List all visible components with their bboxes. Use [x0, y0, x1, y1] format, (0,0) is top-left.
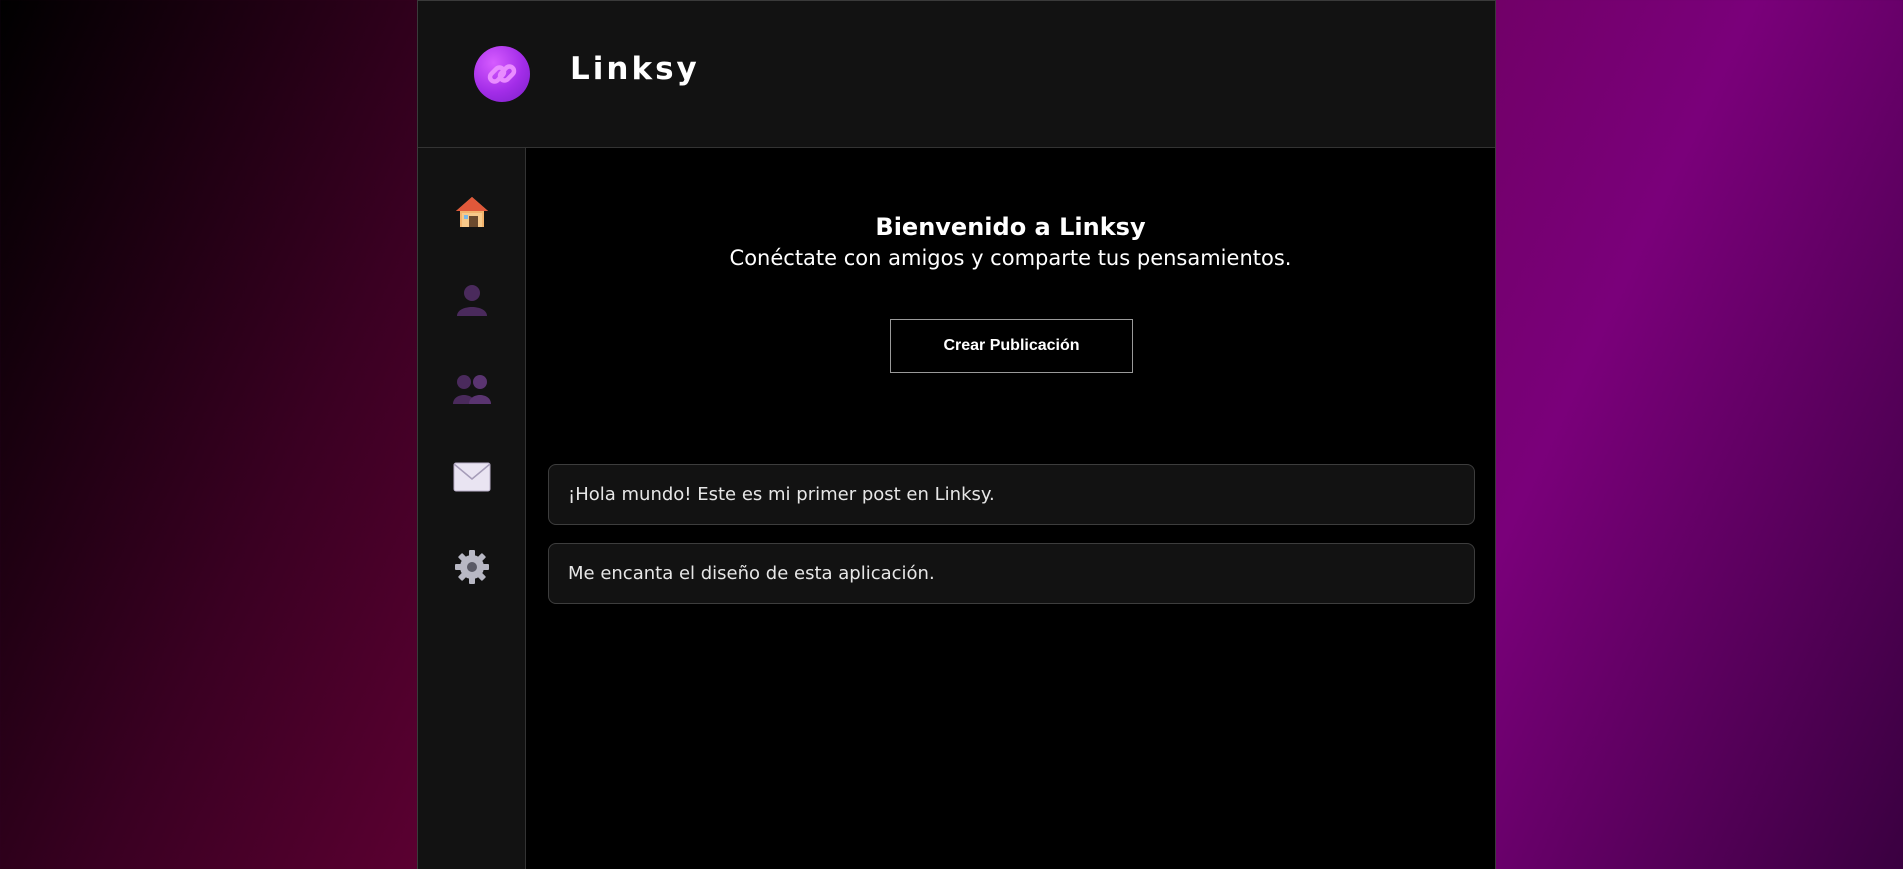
sidebar: [418, 148, 526, 869]
envelope-icon: [453, 462, 491, 492]
gear-icon: [455, 550, 489, 584]
post-card[interactable]: ¡Hola mundo! Este es mi primer post en L…: [548, 464, 1475, 525]
user-icon: [457, 285, 487, 316]
post-card[interactable]: Me encanta el diseño de esta aplicación.: [548, 543, 1475, 604]
link-icon: [487, 64, 517, 84]
create-post-button[interactable]: Crear Publicación: [890, 319, 1133, 373]
logo[interactable]: [474, 46, 530, 102]
post-text: Me encanta el diseño de esta aplicación.: [568, 563, 935, 584]
sidebar-item-settings[interactable]: [452, 547, 492, 587]
sidebar-item-messages[interactable]: [452, 457, 492, 497]
post-text: ¡Hola mundo! Este es mi primer post en L…: [568, 484, 995, 505]
welcome-subtitle: Conéctate con amigos y comparte tus pens…: [729, 246, 1292, 270]
house-icon: [456, 197, 488, 227]
sidebar-item-friends[interactable]: [452, 369, 492, 409]
main-content: Bienvenido a Linksy Conéctate con amigos…: [526, 148, 1495, 869]
brand-name: Linksy: [570, 51, 700, 87]
welcome-title: Bienvenido a Linksy: [875, 213, 1146, 241]
sidebar-item-home[interactable]: [452, 192, 492, 232]
sidebar-item-profile[interactable]: [452, 280, 492, 320]
app-window: Linksy Bienvenido a Linksy Conéctate con…: [417, 0, 1496, 869]
users-icon: [453, 375, 491, 404]
header: Linksy: [418, 1, 1495, 148]
